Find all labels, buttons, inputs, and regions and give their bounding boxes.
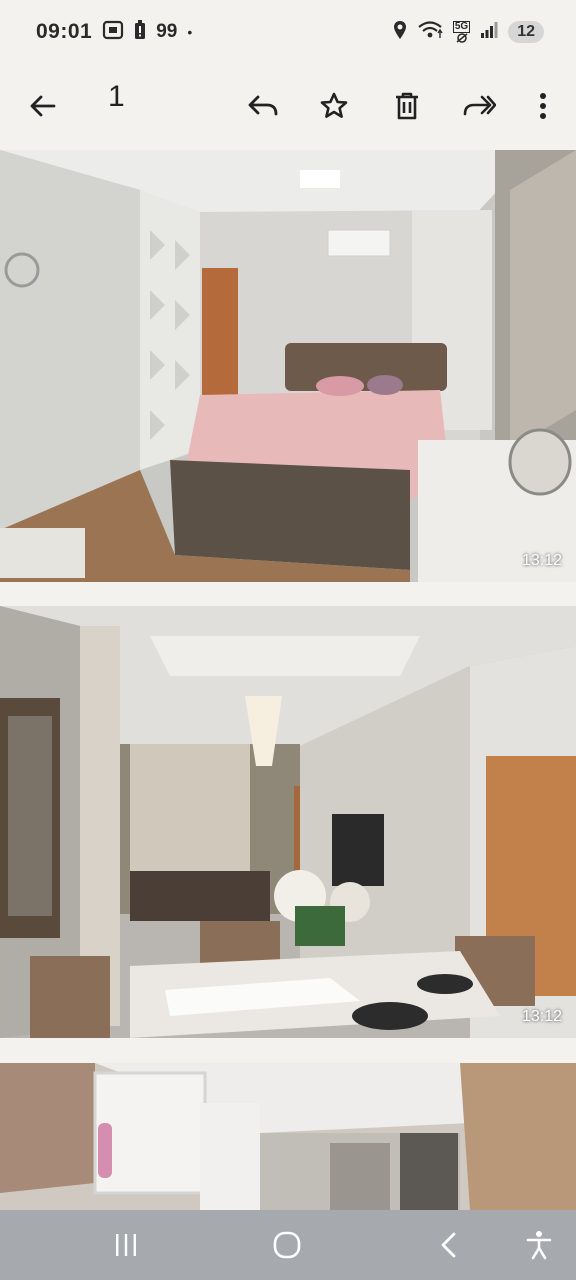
wifi-icon xyxy=(417,20,443,45)
back-icon xyxy=(441,1232,456,1258)
signal-icon xyxy=(480,21,498,44)
back-button[interactable] xyxy=(15,78,71,134)
battery-level: 99 xyxy=(156,21,178,42)
more-vert-icon xyxy=(540,93,546,119)
accessibility-icon xyxy=(526,1231,552,1260)
notification-badge: 12 xyxy=(508,21,544,43)
forward-button[interactable] xyxy=(451,78,507,134)
status-dot: • xyxy=(187,24,193,40)
photo-timestamp: 13:12 xyxy=(521,552,562,569)
screenshot-icon xyxy=(102,20,124,45)
navigation-bar xyxy=(0,1210,576,1280)
more-options-button[interactable] xyxy=(515,78,571,134)
delete-button[interactable] xyxy=(379,78,435,134)
photo-count: 1 xyxy=(108,80,125,113)
photo-kitchen[interactable] xyxy=(0,1063,576,1210)
battery-alert-icon xyxy=(134,19,146,45)
system-back-button[interactable] xyxy=(408,1210,488,1280)
reply-button[interactable] xyxy=(235,78,291,134)
network-5g-icon: 5G xyxy=(452,21,471,43)
location-icon xyxy=(393,20,407,45)
status-left: 09:01 99 • xyxy=(36,19,193,45)
photo-timestamp: 13:12 xyxy=(521,1008,562,1025)
network-5g-label: 5G xyxy=(452,21,471,33)
delete-icon xyxy=(396,92,418,120)
status-bar: 09:01 99 • 5G 12 xyxy=(0,0,576,64)
back-arrow-icon xyxy=(30,95,56,117)
home-button[interactable] xyxy=(247,1210,327,1280)
recent-apps-icon xyxy=(116,1234,136,1256)
star-icon xyxy=(320,92,348,118)
star-button[interactable] xyxy=(306,78,362,134)
home-icon xyxy=(273,1231,301,1259)
recent-apps-button[interactable] xyxy=(86,1210,166,1280)
status-right: 5G 12 xyxy=(393,20,544,45)
photo-bedroom[interactable]: 13:12 xyxy=(0,150,576,582)
status-time: 09:01 xyxy=(36,20,93,43)
accessibility-button[interactable] xyxy=(499,1210,576,1280)
forward-icon xyxy=(463,95,496,116)
reply-icon xyxy=(248,95,278,116)
photo-dining-room[interactable]: 13:12 xyxy=(0,606,576,1038)
viewer-toolbar: 1 xyxy=(0,64,576,150)
